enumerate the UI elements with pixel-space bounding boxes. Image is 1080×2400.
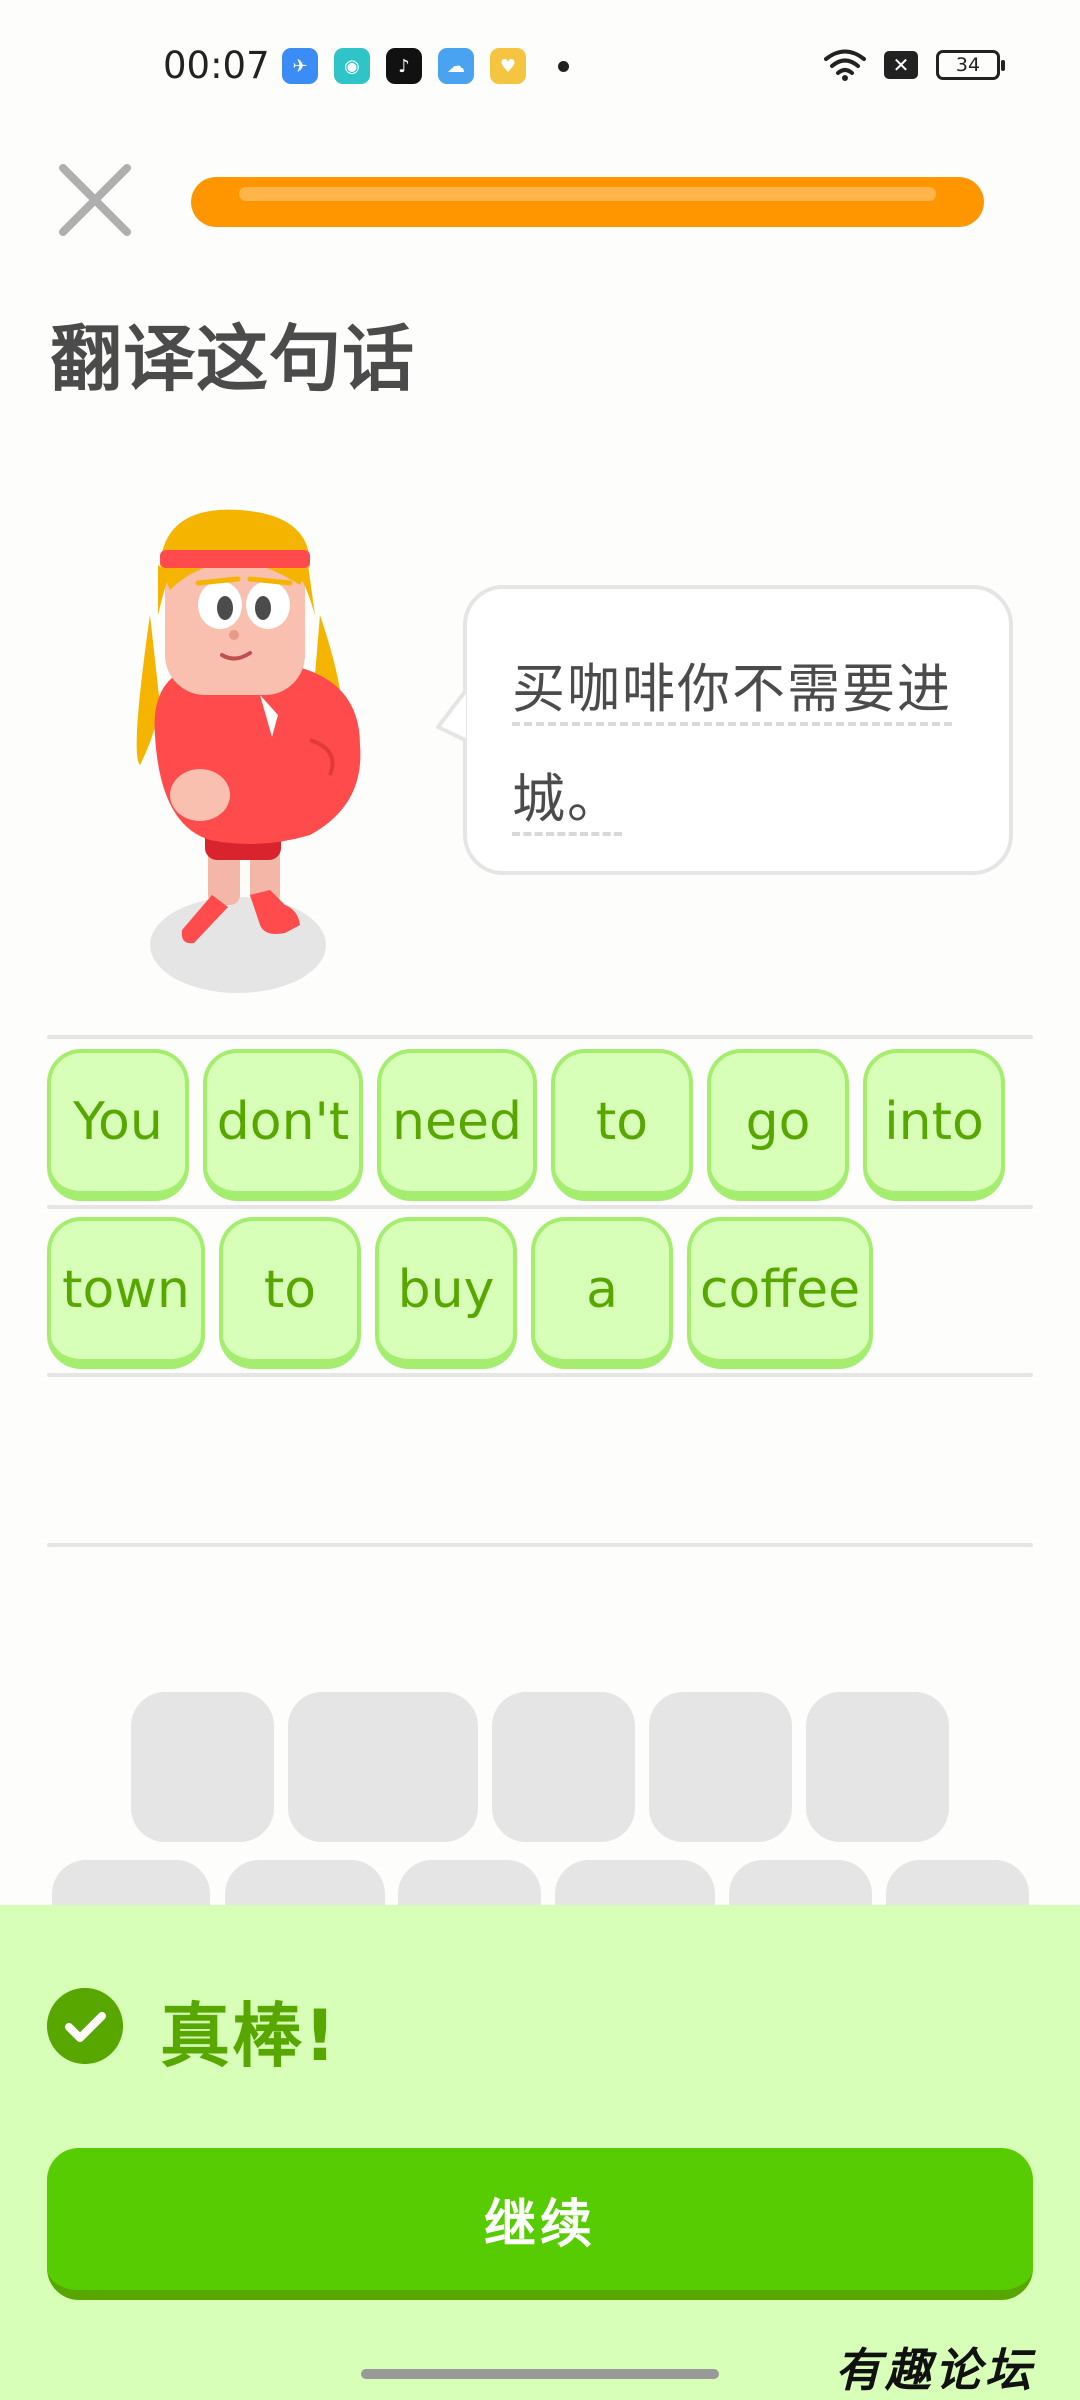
more-notifications-dot <box>558 60 569 72</box>
word-bank-slot <box>492 1692 635 1842</box>
status-time: 00:07 <box>163 44 270 87</box>
tiktok-icon: ♪ <box>386 48 422 84</box>
speech-bubble: 买咖啡你不需要进 城。 <box>436 585 1013 875</box>
checkmark-icon <box>47 1988 123 2064</box>
answer-line <box>47 1035 1033 1039</box>
no-sim-icon: ✕ <box>884 51 918 79</box>
source-sentence-line-1[interactable]: 买咖啡你不需要进 <box>512 659 952 726</box>
word-chip[interactable]: need <box>377 1049 537 1201</box>
status-bar: 00:07 ✈ ◉ ♪ ☁ ♥ ✕ 34 <box>0 0 1080 135</box>
word-chip[interactable]: into <box>863 1049 1005 1201</box>
word-chip[interactable]: to <box>219 1217 361 1369</box>
answer-line <box>47 1543 1033 1547</box>
word-chip[interactable]: buy <box>375 1217 517 1369</box>
home-indicator[interactable] <box>361 2369 719 2379</box>
speech-bubble-tail <box>436 687 466 743</box>
lesson-progress-bar <box>191 177 984 227</box>
source-sentence[interactable]: 买咖啡你不需要进 城。 <box>512 635 969 855</box>
weather-icon: ☁ <box>438 48 474 84</box>
progress-highlight <box>239 187 936 201</box>
answer-row-1: You don't need to go into <box>47 1049 1005 1201</box>
continue-button[interactable]: 继续 <box>47 2148 1033 2300</box>
word-chip[interactable]: a <box>531 1217 673 1369</box>
feedback-message: 真棒! <box>160 1995 338 2077</box>
answer-line <box>47 1205 1033 1209</box>
word-chip[interactable]: to <box>551 1049 693 1201</box>
favorites-icon: ♥ <box>490 48 526 84</box>
word-chip[interactable]: coffee <box>687 1217 873 1369</box>
status-app-icons: ✈ ◉ ♪ ☁ ♥ <box>282 48 569 84</box>
wifi-icon <box>824 49 866 81</box>
answer-row-2: town to buy a coffee <box>47 1217 873 1369</box>
progress-fill <box>191 177 984 227</box>
word-bank-slot <box>806 1692 949 1842</box>
forum-watermark: 有趣论坛 <box>835 2343 1036 2397</box>
word-chip[interactable]: town <box>47 1217 205 1369</box>
word-chip[interactable]: don't <box>203 1049 363 1201</box>
word-bank-slot <box>288 1692 478 1842</box>
character-illustration <box>136 509 361 993</box>
word-chip[interactable]: go <box>707 1049 849 1201</box>
svg-text:有趣论坛: 有趣论坛 <box>835 2343 1036 2397</box>
word-chip[interactable]: You <box>47 1049 189 1201</box>
magic-icon: ◉ <box>334 48 370 84</box>
source-sentence-line-2[interactable]: 城。 <box>512 769 622 836</box>
word-bank-slot <box>131 1692 274 1842</box>
battery-icon: 34 <box>936 50 1005 80</box>
feishu-icon: ✈ <box>282 48 318 84</box>
status-right: ✕ 34 <box>824 48 1005 82</box>
prompt-title: 翻译这句话 <box>50 317 416 401</box>
battery-level: 34 <box>955 54 981 76</box>
answer-line <box>47 1373 1033 1377</box>
close-icon[interactable] <box>55 160 135 240</box>
word-bank-slot <box>649 1692 792 1842</box>
